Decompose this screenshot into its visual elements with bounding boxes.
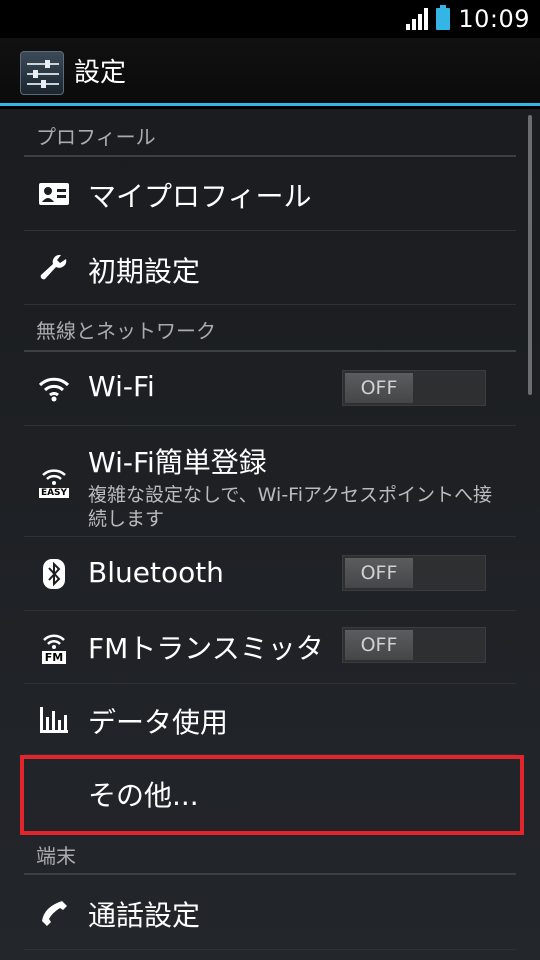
settings-item-label: マイプロフィール (88, 180, 312, 213)
battery-icon (436, 5, 451, 30)
settings-item-wifi-easy[interactable]: EASY Wi-Fi簡単登録 複雑な設定なしで、Wi-Fiアクセスポイントへ接続… (24, 427, 516, 537)
settings-item-data-usage[interactable]: データ使用 (24, 685, 516, 755)
scrollbar[interactable] (528, 115, 532, 395)
section-header-wireless: 無線とネットワーク (24, 315, 516, 352)
settings-icon[interactable] (20, 51, 64, 95)
settings-item-fm-transmitter[interactable]: FM FMトランスミッタ OFF (24, 612, 516, 684)
status-bar: 10:09 (0, 0, 540, 38)
settings-item-label: FMトランスミッタ (88, 632, 324, 665)
bluetooth-toggle[interactable]: OFF (342, 555, 486, 591)
settings-item-label: Bluetooth (88, 556, 224, 589)
fm-transmitter-toggle[interactable]: OFF (342, 627, 486, 663)
phone-icon (36, 895, 72, 931)
action-bar: 設定 (0, 38, 540, 106)
settings-item-summary: 複雑な設定なしで、Wi-Fiアクセスポイントへ接続します (88, 484, 493, 530)
toggle-state: OFF (345, 373, 413, 403)
settings-item-wifi[interactable]: Wi-Fi OFF (24, 352, 516, 426)
clock: 10:09 (458, 5, 530, 33)
page-title: 設定 (74, 58, 127, 88)
signal-icon (406, 8, 429, 30)
data-usage-icon (36, 702, 72, 738)
profile-card-icon (36, 176, 72, 212)
wifi-icon (36, 371, 72, 407)
settings-item-label: Wi-Fi (88, 370, 155, 403)
settings-item-my-profile[interactable]: マイプロフィール (24, 157, 516, 231)
settings-item-label: 初期設定 (88, 255, 201, 288)
section-header-device: 端末 (24, 840, 516, 875)
toggle-state: OFF (345, 558, 413, 588)
settings-item-label: Wi-Fi簡単登録 (88, 446, 267, 479)
wrench-icon (36, 250, 72, 286)
bluetooth-icon (36, 556, 72, 592)
section-header-profile: プロフィール (24, 121, 516, 157)
settings-item-label: 通話設定 (88, 899, 201, 932)
fm-label: FM (41, 650, 67, 664)
easy-label: EASY (38, 488, 70, 498)
settings-item-bluetooth[interactable]: Bluetooth OFF (24, 538, 516, 611)
wifi-easy-icon: EASY (36, 461, 72, 505)
toggle-state: OFF (345, 630, 413, 660)
highlight-box (20, 755, 524, 835)
fm-transmitter-icon: FM (36, 626, 72, 670)
settings-list[interactable]: プロフィール マイプロフィール 初期設定 無線とネットワーク Wi-Fi OFF… (0, 109, 540, 960)
settings-item-initial-setup[interactable]: 初期設定 (24, 232, 516, 305)
wifi-toggle[interactable]: OFF (342, 370, 486, 406)
settings-item-call-settings[interactable]: 通話設定 (24, 876, 516, 950)
settings-item-label: データ使用 (88, 706, 229, 739)
